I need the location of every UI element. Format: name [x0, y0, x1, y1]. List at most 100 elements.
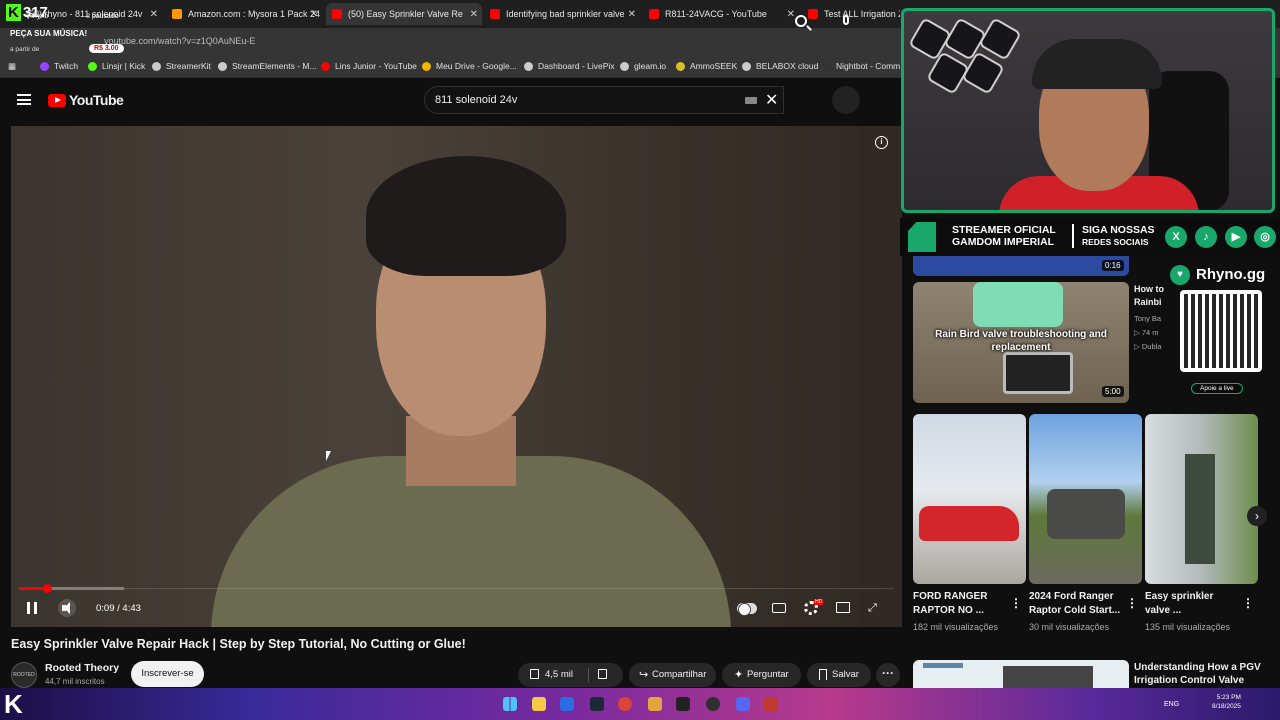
info-icon[interactable]: i — [875, 136, 888, 149]
edge-icon[interactable] — [560, 697, 574, 711]
video-player[interactable] — [11, 126, 902, 627]
date: 8/18/2025 — [1212, 703, 1241, 710]
channel-avatar[interactable]: ROOTED — [11, 662, 37, 688]
chrome-icon[interactable] — [618, 697, 632, 711]
shorts-next-arrow-icon[interactable]: › — [1247, 506, 1267, 526]
voice-search-button[interactable] — [832, 86, 860, 114]
bookmark-lins-junior[interactable]: Lins Junior - YouTube — [321, 61, 417, 71]
rhyno-brand: Rhyno.gg — [1196, 266, 1266, 283]
bookmark-streamerkit[interactable]: StreamerKit — [152, 61, 211, 71]
bookmark-gleam[interactable]: gleam.io — [620, 61, 666, 71]
tab-4[interactable]: Identifying bad sprinkler valve ✕ — [484, 3, 640, 25]
save-button[interactable]: Salvar — [807, 663, 871, 687]
close-tab-icon[interactable]: ✕ — [310, 9, 318, 20]
volume-icon[interactable] — [58, 599, 76, 617]
pause-icon[interactable] — [27, 602, 37, 614]
bookmark-kick[interactable]: Linsjr | Kick — [88, 61, 145, 71]
thumbs-down-icon[interactable] — [598, 669, 607, 679]
windows-start-icon[interactable] — [503, 697, 517, 711]
steam-icon[interactable] — [590, 697, 604, 711]
keyboard-icon[interactable] — [745, 97, 757, 104]
sidebar-thumbnail-partial[interactable] — [913, 256, 1129, 276]
share-button[interactable]: ↪ Compartilhar — [629, 663, 716, 687]
bookmark-ammoseek[interactable]: AmmoSEEK — [676, 61, 737, 71]
youtube-favicon-icon — [649, 9, 659, 19]
progress-track[interactable] — [124, 588, 894, 589]
search-input[interactable]: 811 solenoid 24v ✕ — [424, 86, 784, 114]
sidebar-video-title[interactable]: Understanding How a PGV Irrigation Contro… — [1134, 661, 1261, 687]
short-title[interactable]: FORD RANGER RAPTOR NO ... — [913, 590, 987, 618]
search-button[interactable] — [784, 86, 820, 114]
short-menu-icon[interactable]: ⋮ — [1242, 596, 1254, 610]
apps-grid-icon[interactable]: ▦ — [8, 61, 16, 72]
search-query[interactable]: 811 solenoid 24v — [435, 94, 517, 106]
tiktok-icon: ♪ — [1195, 226, 1217, 248]
clock[interactable]: 5:23 PM 8/18/2025 — [1212, 693, 1241, 711]
tab-5[interactable]: R811-24VACG - YouTube ✕ — [643, 3, 799, 25]
short-thumbnail-sprinkler[interactable] — [1145, 414, 1258, 584]
valve-box — [1003, 352, 1073, 394]
subscribe-button[interactable]: Inscrever-se — [131, 661, 204, 687]
terminal-icon[interactable] — [676, 697, 690, 711]
bookmark-livepix[interactable]: Dashboard - LivePix — [524, 61, 615, 71]
sparkle-icon: ✦ — [734, 669, 744, 681]
bookmark-drive[interactable]: Meu Drive - Google... — [422, 61, 517, 71]
meta-line: Tony Ba — [1134, 314, 1162, 323]
bookmark-twitch[interactable]: Twitch — [40, 61, 78, 71]
app-icon[interactable] — [764, 697, 778, 711]
obs-icon[interactable] — [706, 697, 720, 711]
youtube-favicon-icon — [332, 9, 342, 19]
short-title[interactable]: Easy sprinkler valve ... — [1145, 590, 1213, 618]
like-count[interactable]: 4,5 mil — [545, 663, 573, 687]
youtube-logo[interactable]: YouTube — [48, 92, 124, 108]
close-tab-icon[interactable]: ✕ — [470, 9, 478, 20]
more-actions-button[interactable]: ··· — [876, 663, 900, 687]
autoplay-toggle[interactable] — [737, 603, 757, 616]
short-thumbnail-ford-raptor[interactable] — [913, 414, 1026, 584]
banner-line2: GAMDOM IMPERIAL — [952, 236, 1055, 248]
tab-6[interactable]: Test ALL Irrigation Zo — [802, 3, 900, 25]
overlay-price: R$ 3.00 — [89, 44, 124, 53]
discord-icon[interactable] — [736, 697, 750, 711]
tab-label: R811-24VACG - YouTube — [665, 9, 767, 19]
video-duration: 5:00 — [1102, 386, 1124, 397]
language-indicator[interactable]: ENG — [1164, 701, 1179, 708]
fullscreen-icon[interactable]: ⤢ — [868, 602, 880, 614]
app-icon[interactable] — [648, 697, 662, 711]
close-tab-icon[interactable]: ✕ — [787, 9, 795, 20]
logo-text: YouTube — [69, 92, 124, 108]
thumbs-up-icon[interactable] — [530, 669, 539, 679]
bookmark-streamelements[interactable]: StreamElements - M... — [218, 61, 317, 71]
sidebar-video-title[interactable]: How to Rainbi — [1134, 283, 1164, 309]
theater-mode-icon[interactable] — [836, 602, 850, 613]
short-thumbnail-ford-ranger[interactable] — [1029, 414, 1142, 584]
short-title[interactable]: 2024 Ford Ranger Raptor Cold Start... — [1029, 590, 1120, 618]
hd-badge: HD — [814, 599, 824, 605]
ask-button[interactable]: ✦ Perguntar — [722, 663, 801, 687]
divider — [588, 668, 589, 682]
sidebar-thumbnail-pgv[interactable] — [913, 660, 1129, 690]
file-explorer-icon[interactable] — [532, 697, 546, 711]
youtube-header: YouTube 811 solenoid 24v ✕ — [0, 78, 900, 122]
bookmark-nightbot[interactable]: Nightbot - Comm — [822, 61, 900, 71]
hamburger-menu-icon[interactable] — [17, 94, 31, 105]
globe-icon — [524, 61, 533, 71]
progress-scrubber[interactable] — [43, 584, 52, 593]
close-tab-icon[interactable]: ✕ — [150, 9, 158, 20]
tab-3-active[interactable]: (50) Easy Sprinkler Valve Re ✕ — [326, 3, 482, 25]
ammoseek-icon — [676, 61, 685, 71]
search-icon[interactable] — [795, 15, 807, 27]
qr-pattern — [1184, 294, 1258, 368]
short-menu-icon[interactable]: ⋮ — [1126, 596, 1138, 610]
close-tab-icon[interactable]: ✕ — [628, 9, 636, 20]
bookmark-belabox[interactable]: BELABOX cloud — [742, 61, 818, 71]
short-menu-icon[interactable]: ⋮ — [1010, 596, 1022, 610]
captions-icon[interactable] — [772, 603, 786, 613]
tab-2[interactable]: Amazon.com : Mysora 1 Pack 24 ✕ — [166, 3, 322, 25]
gamdom-logo-icon — [908, 222, 936, 252]
clear-search-icon[interactable]: ✕ — [765, 90, 778, 110]
microphone-icon[interactable] — [843, 15, 849, 25]
channel-name[interactable]: Rooted Theory — [45, 662, 119, 674]
kick-logo-icon: K — [4, 689, 23, 719]
url-text[interactable]: youtube.com/watch?v=z1Q0AuNEu-E — [104, 36, 255, 46]
